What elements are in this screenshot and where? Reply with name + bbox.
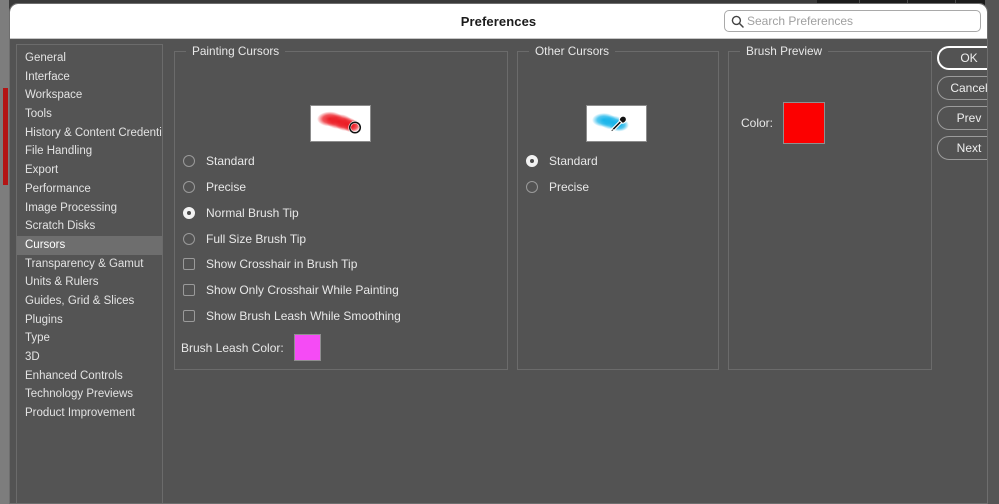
brush-leash-color-label: Brush Leash Color:: [181, 341, 284, 355]
next-button[interactable]: Next: [937, 136, 988, 160]
radio-indicator[interactable]: [526, 155, 538, 167]
sidebar-item-export[interactable]: Export: [17, 161, 162, 180]
sidebar-item-type[interactable]: Type: [17, 329, 162, 348]
checkbox-show-brush-leash-while-smoothing[interactable]: Show Brush Leash While Smoothing: [183, 308, 401, 324]
painting-radio-normal-brush-tip[interactable]: Normal Brush Tip: [183, 205, 299, 221]
checkbox-show-crosshair-in-brush-tip-label: Show Crosshair in Brush Tip: [206, 257, 357, 271]
brush-leash-color-row: Brush Leash Color:: [181, 334, 321, 361]
checkbox-show-only-crosshair-while-painting-label: Show Only Crosshair While Painting: [206, 283, 399, 297]
other-radio-precise[interactable]: Precise: [526, 179, 589, 195]
brush-preview-color-row: Color:: [741, 102, 825, 144]
radio-indicator[interactable]: [183, 207, 195, 219]
sidebar-item-technology-previews[interactable]: Technology Previews: [17, 385, 162, 404]
sidebar-item-scratch-disks[interactable]: Scratch Disks: [17, 217, 162, 236]
sidebar-item-plugins[interactable]: Plugins: [17, 311, 162, 330]
checkbox-show-crosshair-in-brush-tip[interactable]: Show Crosshair in Brush Tip: [183, 256, 357, 272]
sidebar-item-3d[interactable]: 3D: [17, 348, 162, 367]
ok-button[interactable]: OK: [937, 46, 988, 70]
painting-radio-precise[interactable]: Precise: [183, 179, 246, 195]
dialog-body: General Interface Workspace Tools Histor…: [10, 39, 987, 503]
dialog-button-column: OK Cancel Prev Next: [937, 46, 988, 166]
brush-preview-group: Brush Preview Color:: [728, 51, 932, 370]
painting-radio-full-size-brush-tip[interactable]: Full Size Brush Tip: [183, 231, 306, 247]
search-preferences-field[interactable]: [724, 10, 981, 32]
sidebar-item-tools[interactable]: Tools: [17, 105, 162, 124]
sidebar-item-guides-grid-slices[interactable]: Guides, Grid & Slices: [17, 292, 162, 311]
sidebar-item-units-rulers[interactable]: Units & Rulers: [17, 273, 162, 292]
sidebar-item-enhanced-controls[interactable]: Enhanced Controls: [17, 367, 162, 386]
brush-preview-legend: Brush Preview: [740, 44, 828, 58]
checkbox-indicator[interactable]: [183, 310, 195, 322]
background-left-strip: [0, 0, 9, 504]
sidebar-item-transparency-gamut[interactable]: Transparency & Gamut: [17, 255, 162, 274]
other-cursors-group: Other Cursors: [517, 51, 719, 370]
radio-indicator[interactable]: [183, 155, 195, 167]
sidebar-item-product-improvement[interactable]: Product Improvement: [17, 404, 162, 423]
sidebar-item-general[interactable]: General: [17, 49, 162, 68]
checkbox-indicator[interactable]: [183, 258, 195, 270]
other-radio-standard[interactable]: Standard: [526, 153, 598, 169]
other-cursor-preview-thumbnail: [586, 105, 647, 142]
prev-button[interactable]: Prev: [937, 106, 988, 130]
radio-indicator[interactable]: [183, 181, 195, 193]
sidebar-item-workspace[interactable]: Workspace: [17, 86, 162, 105]
painting-cursors-group: Painting Cursors: [174, 51, 508, 370]
dialog-titlebar: Preferences: [10, 4, 987, 39]
radio-indicator[interactable]: [526, 181, 538, 193]
sidebar-item-performance[interactable]: Performance: [17, 180, 162, 199]
painting-radio-full-size-brush-tip-label: Full Size Brush Tip: [206, 232, 306, 246]
preferences-category-list[interactable]: General Interface Workspace Tools Histor…: [16, 44, 163, 504]
checkbox-show-only-crosshair-while-painting[interactable]: Show Only Crosshair While Painting: [183, 282, 399, 298]
search-icon: [727, 15, 747, 28]
background-red-accent: [3, 88, 8, 185]
search-input[interactable]: [747, 12, 980, 30]
sidebar-item-file-handling[interactable]: File Handling: [17, 142, 162, 161]
brush-preview-color-label: Color:: [741, 116, 773, 130]
checkbox-show-brush-leash-while-smoothing-label: Show Brush Leash While Smoothing: [206, 309, 401, 323]
brush-leash-color-swatch[interactable]: [294, 334, 321, 361]
sidebar-item-image-processing[interactable]: Image Processing: [17, 199, 162, 218]
painting-cursor-preview-thumbnail: [310, 105, 371, 142]
sidebar-item-interface[interactable]: Interface: [17, 68, 162, 87]
preferences-dialog: Preferences General Interface Workspace …: [9, 3, 988, 504]
painting-radio-precise-label: Precise: [206, 180, 246, 194]
checkbox-indicator[interactable]: [183, 284, 195, 296]
cancel-button[interactable]: Cancel: [937, 76, 988, 100]
other-cursors-legend: Other Cursors: [529, 44, 615, 58]
brush-preview-color-swatch[interactable]: [783, 102, 825, 144]
painting-cursors-legend: Painting Cursors: [186, 44, 285, 58]
painting-radio-standard[interactable]: Standard: [183, 153, 255, 169]
sidebar-item-cursors[interactable]: Cursors: [17, 236, 162, 255]
other-radio-precise-label: Precise: [549, 180, 589, 194]
other-radio-standard-label: Standard: [549, 154, 598, 168]
radio-indicator[interactable]: [183, 233, 195, 245]
sidebar-item-history-content-credentials[interactable]: History & Content Credentials: [17, 124, 162, 143]
painting-radio-standard-label: Standard: [206, 154, 255, 168]
painting-radio-normal-brush-tip-label: Normal Brush Tip: [206, 206, 299, 220]
